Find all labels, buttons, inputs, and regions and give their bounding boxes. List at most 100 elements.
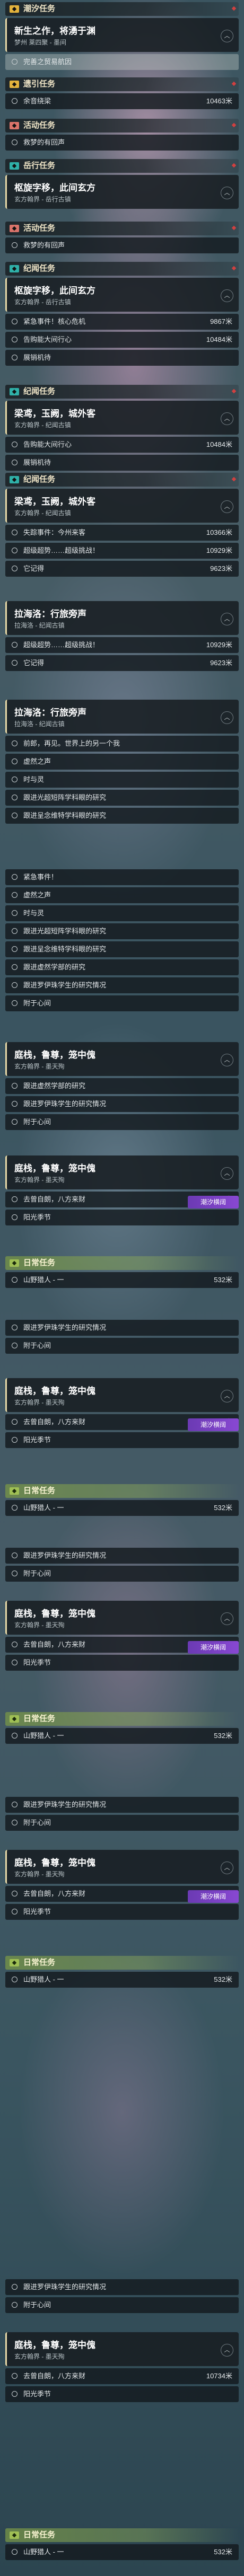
group-header[interactable]: ◆ 日常任务 (5, 1484, 239, 1498)
group-header[interactable]: ◆ 遗引任务 (5, 77, 239, 91)
quest-card[interactable]: 枢旋字移，此间玄方 玄方翰界 - 岳行古镇 ︿ (5, 175, 239, 209)
objective-row[interactable]: 时与灵 (5, 905, 239, 921)
quest-card[interactable]: 枢旋字移，此间玄方 玄方翰界 - 岳行古镇 ︿ (5, 278, 239, 312)
quest-card[interactable]: 庭栈，鲁尊，笼中傀 玄方翰界 - 墨天殉 ︿ (5, 1378, 239, 1412)
expand-chevron-icon[interactable]: ︿ (221, 289, 233, 302)
tide-badge[interactable]: 潮汐横阔 (188, 1641, 239, 1654)
objective-row[interactable]: 告购能大间行心 10484米 (5, 332, 239, 348)
objective-row[interactable]: 展销机待 (5, 455, 239, 471)
objective-row[interactable]: 阳光季节 (5, 2386, 239, 2402)
expand-chevron-icon[interactable]: ︿ (221, 711, 233, 724)
group-header[interactable]: ◆ 潮汐任务 (5, 2, 239, 16)
expand-chevron-icon[interactable]: ︿ (221, 1167, 233, 1180)
group-header[interactable]: ◆ 纪闻任务 (5, 473, 239, 487)
objective-row[interactable]: 跟进虚然学部的研究 (5, 959, 239, 975)
objective-row[interactable]: 跟进罗伊珠学生的研究情况 (5, 1548, 239, 1564)
quest-card[interactable]: 新生之作，将湧于渊 梦州 莱四聚 - 墨间 ︿ (5, 18, 239, 52)
objective-row[interactable]: 虚然之声 (5, 887, 239, 903)
tide-badge[interactable]: 潮汐横阔 (188, 1196, 239, 1208)
objective-row[interactable]: 跟进光超短阵学科眼的研究 (5, 790, 239, 806)
expand-chevron-icon[interactable]: ︿ (221, 613, 233, 625)
objective-row[interactable]: 超级超势……超级挑战！ 10929米 (5, 543, 239, 559)
category-icon: ◆ (10, 5, 19, 13)
expand-chevron-icon[interactable]: ︿ (221, 412, 233, 425)
objective-row[interactable]: 前郎，再见。世界上的另一个我 (5, 736, 239, 752)
objective-row[interactable]: 山野猎人 - 一 532米 (5, 1728, 239, 1744)
objective-row[interactable]: 失踪事件：今州来客 10366米 (5, 525, 239, 541)
objective-label: 跟进虚然学部的研究 (23, 1082, 86, 1090)
objective-row[interactable]: 告购能大间行心 10484米 (5, 437, 239, 453)
objective-row[interactable]: 阳光季节 (5, 1655, 239, 1671)
group-header[interactable]: ◆ 纪闻任务 (5, 385, 239, 399)
quest-card[interactable]: 庭栈，鲁尊，笼中傀 玄方翰界 - 墨天殉 ︿ (5, 1042, 239, 1076)
expand-chevron-icon[interactable]: ︿ (221, 500, 233, 513)
expand-chevron-icon[interactable]: ︿ (221, 1612, 233, 1625)
expand-chevron-icon[interactable]: ︿ (221, 187, 233, 199)
objective-row[interactable]: 跟进光超短阵学科眼的研究 (5, 923, 239, 939)
expand-chevron-icon[interactable]: ︿ (221, 30, 233, 42)
objective-row[interactable]: 余音绕梁 10463米 (5, 93, 239, 109)
expand-chevron-icon[interactable]: ︿ (221, 1862, 233, 1874)
group-header[interactable]: ◆ 日常任务 (5, 1256, 239, 1270)
objective-row[interactable]: 附于心间 (5, 1815, 239, 1831)
objective-row[interactable]: 跟进罗伊珠学生的研究情况 (5, 977, 239, 993)
objective-row[interactable]: 山野猎人 - 一 532米 (5, 1272, 239, 1288)
quest-card[interactable]: 庭栈，鲁尊，笼中傀 玄方翰界 - 墨天殉 ︿ (5, 2332, 239, 2366)
objective-row[interactable]: 附于心间 (5, 2297, 239, 2313)
tide-badge[interactable]: 潮汐横阔 (188, 1890, 239, 1903)
objective-row[interactable]: 附于心间 (5, 1114, 239, 1130)
objective-row[interactable]: 阳光季节 (5, 1432, 239, 1448)
objective-label: 跟进光超短阵学科眼的研究 (23, 927, 107, 935)
objective-row[interactable]: 跟进呈念维特学科眼的研究 (5, 941, 239, 957)
quest-card[interactable]: 庭栈，鲁尊，笼中傀 玄方翰界 - 墨天殉 ︿ (5, 1850, 239, 1884)
expand-chevron-icon[interactable]: ︿ (221, 1390, 233, 1402)
objective-row[interactable]: 阳光季节 (5, 1904, 239, 1920)
objective-row[interactable]: 它记得 9623米 (5, 561, 239, 577)
objective-row[interactable]: 附于心间 (5, 995, 239, 1011)
group-header[interactable]: ◆ 日常任务 (5, 2528, 239, 2542)
quest-card[interactable]: 拉海洛：行旅旁声 拉海洛 - 纪闻古镇 ︿ (5, 700, 239, 734)
objective-row[interactable]: 超级超势……超级挑战！ 10929米 (5, 637, 239, 653)
objective-row[interactable]: 它记得 9623米 (5, 655, 239, 671)
objective-row[interactable]: 完善之贸易航因 (5, 54, 239, 70)
objective-row[interactable]: 紧急事件！核心危机 9867米 (5, 314, 239, 330)
objective-row[interactable]: 跟进虚然学部的研究 (5, 1078, 239, 1094)
objective-label: 阳光季节 (23, 1213, 51, 1221)
category-icon: ◆ (10, 225, 19, 232)
expand-chevron-icon[interactable]: ︿ (221, 2344, 233, 2357)
objective-row[interactable]: 跟进罗伊珠学生的研究情况 (5, 1096, 239, 1112)
objective-row[interactable]: 跟进罗伊珠学生的研究情况 (5, 2279, 239, 2295)
objective-row[interactable]: 附于心间 (5, 1566, 239, 1582)
objective-row[interactable]: 紧急事件！ (5, 869, 239, 885)
objective-row[interactable]: 时与灵 (5, 772, 239, 788)
objective-row[interactable]: 山野猎人 - 一 532米 (5, 2544, 239, 2560)
quest-card[interactable]: 梁鸢，玉阙，城外客 玄方翰界 - 纪闻古镇 ︿ (5, 489, 239, 523)
objective-row[interactable]: 去曾自朗，八方来财 10734米 (5, 2368, 239, 2384)
objective-row[interactable]: 阳光季节 (5, 1210, 239, 1225)
objective-row[interactable]: 展销机待 (5, 350, 239, 366)
group-header[interactable]: ◆ 日常任务 (5, 1712, 239, 1726)
objective-row[interactable]: 救梦的有回声 (5, 237, 239, 253)
objective-row[interactable]: 救梦的有回声 (5, 135, 239, 151)
quest-card[interactable]: 庭栈，鲁尊，笼中傀 玄方翰界 - 墨天殉 ︿ (5, 1155, 239, 1189)
objective-row[interactable]: 跟进呈念维特学科眼的研究 (5, 808, 239, 824)
quest-card[interactable]: 拉海洛：行旅旁声 拉海洛 - 纪闻古镇 ︿ (5, 601, 239, 635)
expand-chevron-icon[interactable]: ︿ (221, 1054, 233, 1066)
group-header[interactable]: ◆ 岳行任务 (5, 159, 239, 173)
objective-row[interactable]: 山野猎人 - 一 532米 (5, 1500, 239, 1516)
objective-row[interactable]: 跟进罗伊珠学生的研究情况 (5, 1320, 239, 1336)
quest-card[interactable]: 庭栈，鲁尊，笼中傀 玄方翰界 - 墨天殉 ︿ (5, 1601, 239, 1635)
tide-badge-label: 潮汐横阔 (200, 1198, 226, 1206)
group-header[interactable]: ◆ 日常任务 (5, 1956, 239, 1970)
tide-badge[interactable]: 潮汐横阔 (188, 1418, 239, 1431)
quest-location: 玄方翰界 - 墨天殉 (14, 1621, 65, 1629)
objective-row[interactable]: 山野猎人 - 一 532米 (5, 1972, 239, 1988)
group-header-title: 日常任务 (23, 1486, 56, 1495)
objective-row[interactable]: 虚然之声 (5, 754, 239, 770)
quest-card[interactable]: 梁鸢，玉阙，城外客 玄方翰界 - 纪闻古镇 ︿ (5, 401, 239, 435)
group-header[interactable]: ◆ 活动任务 (5, 222, 239, 235)
group-header[interactable]: ◆ 活动任务 (5, 119, 239, 133)
objective-row[interactable]: 跟进罗伊珠学生的研究情况 (5, 1797, 239, 1813)
objective-row[interactable]: 附于心间 (5, 1338, 239, 1354)
group-header[interactable]: ◆ 纪闻任务 (5, 262, 239, 276)
